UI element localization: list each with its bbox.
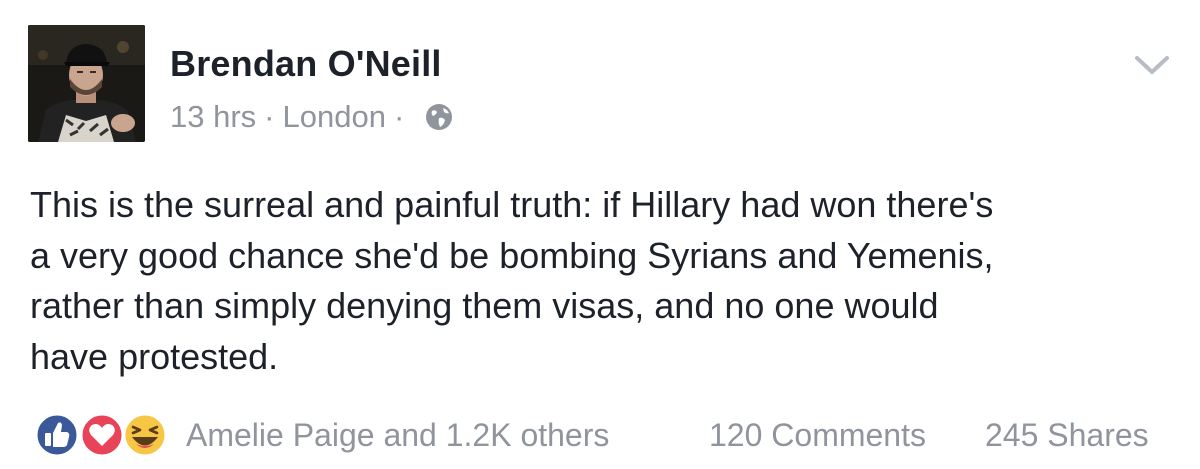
chevron-down-icon[interactable] <box>1132 52 1172 78</box>
post-location[interactable]: London <box>283 99 386 135</box>
shares-count[interactable]: 245 Shares <box>985 417 1149 454</box>
globe-icon <box>424 102 454 132</box>
post-text: This is the surreal and painful truth: i… <box>30 180 1180 382</box>
comments-count[interactable]: 120 Comments <box>709 417 926 454</box>
love-icon <box>79 412 125 458</box>
post-meta: 13 hrs · London · <box>170 99 454 135</box>
post-card: Brendan O'Neill 13 hrs · London · This i… <box>0 0 1200 469</box>
post-text-line: rather than simply denying them visas, a… <box>30 285 939 326</box>
avatar[interactable] <box>28 25 145 142</box>
separator: · <box>264 99 275 134</box>
like-icon <box>34 412 80 458</box>
reactions-summary[interactable] <box>30 410 175 460</box>
reactors-text[interactable]: Amelie Paige and 1.2K others <box>186 417 609 454</box>
author-name[interactable]: Brendan O'Neill <box>170 43 442 85</box>
post-text-line: have protested. <box>30 335 279 377</box>
avatar-photo <box>28 25 145 142</box>
post-text-line: This is the surreal and painful truth: i… <box>30 184 994 225</box>
post-text-line: a very good chance she'd be bombing Syri… <box>30 234 994 276</box>
haha-icon <box>122 412 168 458</box>
post-time[interactable]: 13 hrs <box>170 99 256 135</box>
separator: · <box>393 99 405 134</box>
post-footer: Amelie Paige and 1.2K others 120 Comment… <box>0 405 1200 465</box>
